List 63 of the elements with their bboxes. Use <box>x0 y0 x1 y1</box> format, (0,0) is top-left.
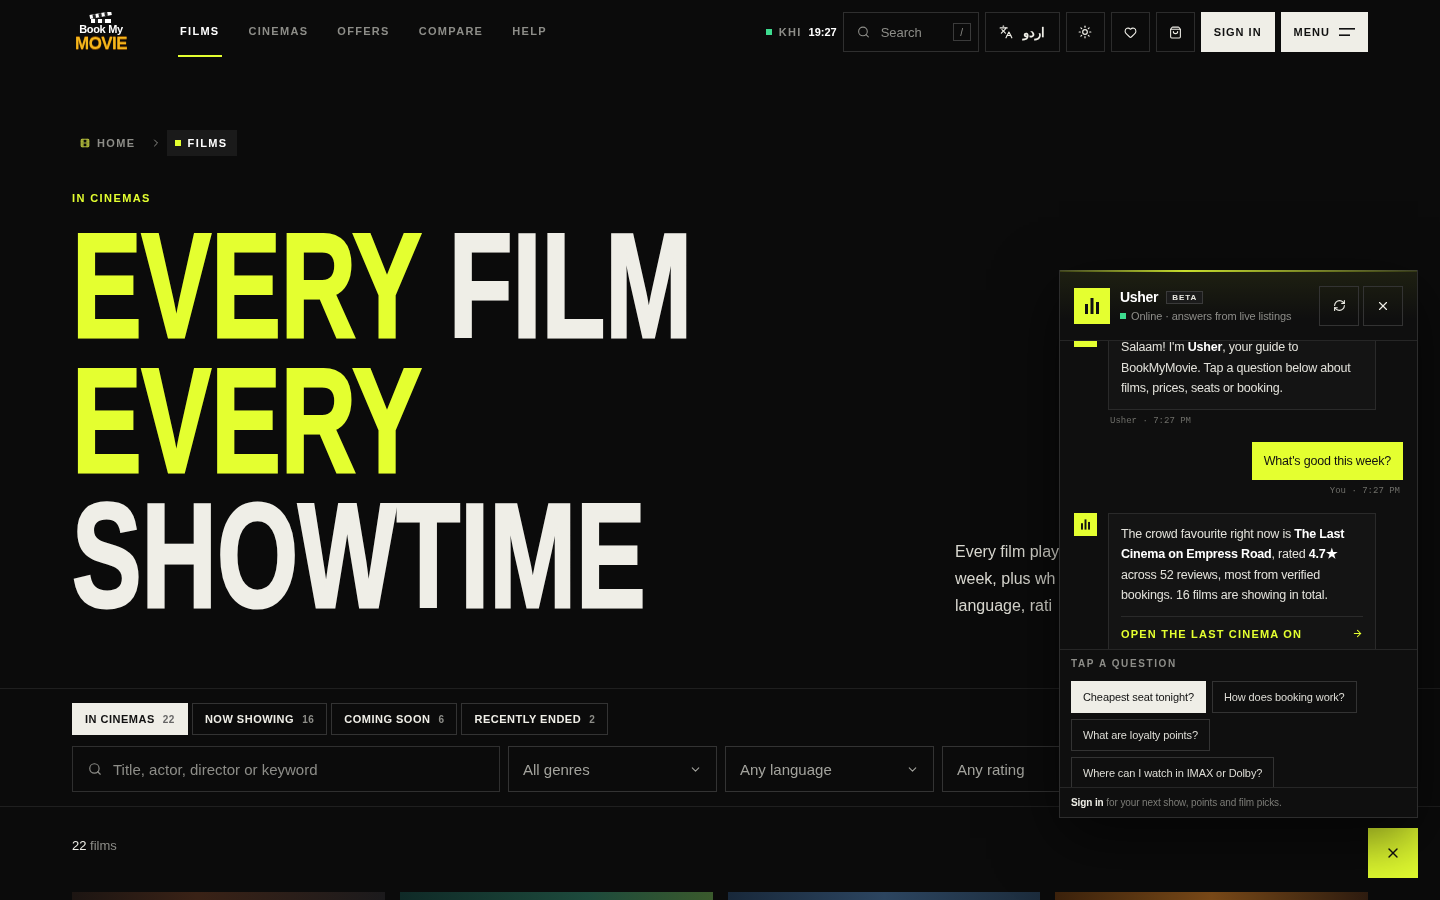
message-meta: You · 7:27 PM <box>1329 485 1401 497</box>
favorites-button[interactable] <box>1110 12 1150 52</box>
film-icon <box>80 138 90 148</box>
filter-tab[interactable]: IN CINEMAS 22 <box>72 703 188 735</box>
nav-link[interactable]: OFFERS <box>335 14 392 57</box>
message-text: The crowd favourite right now is The Last Cinema on Empress Road, rated 4.7★ across 52 reviews, most from verified bookings. 16 films are showing in total. <box>1121 525 1346 604</box>
shortcut-key: / <box>952 23 971 41</box>
nav-link[interactable]: CINEMAS <box>246 14 311 57</box>
question-chip[interactable]: Where can I watch in IMAX or Dolby? <box>1071 757 1275 787</box>
sign-in-note: Sign in for your next show, points and film picks. <box>1071 797 1282 808</box>
theme-button[interactable] <box>1065 12 1105 52</box>
message-text: Salaam! I'm Usher, your guide to BookMyMovie. Tap a question below about films, prices, seats or booking. <box>1121 341 1352 397</box>
filter-select[interactable]: Any language <box>725 746 934 792</box>
translate-icon <box>999 25 1014 39</box>
breadcrumb-link[interactable]: HOME <box>72 130 145 156</box>
search-icon <box>856 25 870 39</box>
section-label: TAP A QUESTION <box>1071 658 1177 670</box>
menu-icon <box>1339 28 1355 36</box>
logo-text: Book My <box>79 24 123 35</box>
logo-text: MOVIE <box>75 35 127 52</box>
avatar-icon <box>1074 341 1097 347</box>
message-meta: Usher · 7:27 PM <box>1109 415 1191 427</box>
bar-chart-icon <box>1074 287 1110 324</box>
clock-time: 19:27 <box>808 26 837 38</box>
filter-select[interactable]: All genres <box>508 746 717 792</box>
question-chip[interactable]: How does booking work? <box>1211 681 1357 713</box>
breadcrumb-link[interactable]: FILMS <box>166 130 237 156</box>
question-chip[interactable]: Cheapest seat tonight? <box>1071 681 1206 713</box>
clapperboard-icon <box>88 12 114 23</box>
nav-link[interactable]: FILMS <box>178 14 222 57</box>
city-code: KHI <box>778 26 802 38</box>
question-chip[interactable]: What are loyalty points? <box>1071 719 1210 751</box>
search-icon <box>88 762 102 776</box>
arrow-right-icon <box>1352 628 1363 639</box>
refresh-button[interactable] <box>1319 285 1359 326</box>
status-text: Online · answers from live listings <box>1131 310 1292 322</box>
hero-heading: EVERY FILM EVERY SHOWTIME <box>72 218 691 623</box>
heart-icon <box>1123 25 1137 39</box>
sign-in-link[interactable]: Sign in <box>1071 797 1104 808</box>
sign-in-button[interactable]: SIGN IN <box>1200 12 1275 52</box>
user-message-bubble: What's good this week? <box>1251 441 1403 480</box>
hero-intro: Every film play week, plus wh language, rati <box>955 542 1060 616</box>
result-count: 22 films <box>72 839 117 853</box>
sun-icon <box>1078 25 1093 39</box>
filter-tab[interactable]: COMING SOON 6 <box>331 703 458 735</box>
beta-badge: BETA <box>1166 290 1204 304</box>
close-button[interactable] <box>1363 285 1403 326</box>
nav-link[interactable]: HELP <box>510 14 549 57</box>
language-button[interactable]: اردو <box>984 12 1060 52</box>
section-label: IN CINEMAS <box>72 191 151 205</box>
bar-chart-icon <box>1074 512 1097 536</box>
chat-close-button[interactable] <box>1368 828 1418 878</box>
filter-tab[interactable]: NOW SHOWING 16 <box>191 703 328 735</box>
refresh-icon <box>1332 299 1346 312</box>
message-action-link[interactable]: OPEN THE LAST CINEMA ON <box>1121 616 1363 641</box>
chat-title: Usher <box>1120 289 1159 305</box>
bag-button[interactable] <box>1155 12 1195 52</box>
menu-button[interactable]: MENU <box>1280 12 1368 52</box>
square-marker-icon <box>174 140 181 146</box>
shopping-bag-icon <box>1168 25 1182 39</box>
filter-tab[interactable]: RECENTLY ENDED 2 <box>461 703 609 735</box>
nav-link[interactable]: COMPARE <box>416 14 486 57</box>
film-search-field[interactable]: Title, actor, director or keyword <box>72 746 500 792</box>
